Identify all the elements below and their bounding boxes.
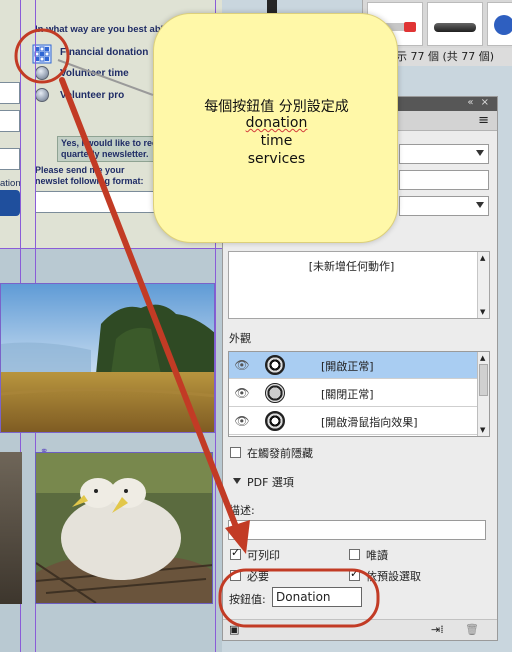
newsletter-checkbox-field[interactable]: Yes, I would like to rece quarterly news… — [57, 136, 162, 162]
selected-by-default-checkbox[interactable] — [349, 567, 360, 581]
button-value-input[interactable]: Donation — [272, 587, 362, 607]
option-volunteer-pro-label: Volunteer pro — [60, 90, 125, 101]
format-text-field[interactable] — [35, 191, 157, 213]
appearance-row-off-normal[interactable]: 👁 [關閉正常] — [229, 380, 479, 407]
eye-icon[interactable]: 👁 — [231, 354, 253, 376]
appearance-row-label: [開啟正常] — [321, 360, 374, 373]
radio-volunteer-pro[interactable] — [35, 88, 49, 102]
option-volunteer-time-label: Volunteer time — [60, 68, 129, 79]
name-input[interactable] — [399, 170, 489, 190]
radio-appearance-swatch — [265, 411, 285, 431]
radio-appearance-swatch — [265, 355, 285, 375]
panel-menu-icon[interactable]: ≡ — [478, 113, 489, 128]
printable-checkbox[interactable] — [230, 546, 241, 560]
printable-label: 可列印 — [247, 549, 280, 562]
left-text-field-2[interactable] — [0, 110, 20, 132]
appearance-row-label: [開啟滑鼠指向效果] — [321, 416, 418, 429]
callout-line-3: time — [260, 133, 293, 149]
dropdown-arrow-icon — [476, 150, 484, 156]
callout-line-4: services — [247, 151, 306, 167]
submit-button[interactable] — [0, 190, 20, 216]
actions-scrollbar[interactable]: ▲ ▼ — [477, 252, 489, 318]
pdf-options-label[interactable]: PDF 選項 — [247, 474, 294, 490]
panel-footer: ▣ ⇥⁞ 🗑 — [223, 619, 497, 640]
callout-line-1: 每個按鈕值 分別設定成 — [204, 99, 349, 115]
panel-collapse-close-controls[interactable]: « × — [467, 97, 491, 108]
required-checkbox[interactable] — [230, 570, 241, 581]
appearance-section-label: 外觀 — [229, 332, 251, 345]
left-text-field-3[interactable] — [0, 148, 20, 170]
appearance-row-on-rollover[interactable]: 👁 [開啟滑鼠指向效果] — [229, 408, 479, 435]
marsh-photo[interactable] — [0, 283, 215, 433]
description-input[interactable] — [228, 520, 486, 540]
type-select[interactable] — [399, 144, 489, 164]
pdf-options-expand-icon[interactable] — [233, 478, 241, 484]
option-financial-label: Financial donation — [60, 47, 149, 58]
guide-line-horizontal — [0, 248, 222, 249]
actions-list[interactable]: [未新增任何動作] ▲ ▼ — [228, 251, 490, 319]
left-text-field-1[interactable] — [0, 82, 20, 104]
description-label: 描述: — [229, 504, 255, 517]
appearance-list[interactable]: 👁 [開啟正常] 👁 [關閉正常] 👁 [開啟滑鼠指向效果] ▲ ▼ — [228, 351, 490, 437]
button-value-label: 按鈕值: — [229, 593, 266, 606]
nest-photo-left[interactable] — [0, 452, 22, 604]
eye-icon[interactable]: 👁 — [231, 410, 253, 432]
readonly-checkbox[interactable] — [349, 549, 360, 560]
selected-by-default-label: 依預設選取 — [366, 570, 421, 583]
radio-appearance-swatch — [265, 383, 285, 403]
required-label: 必要 — [247, 570, 269, 583]
dropdown-arrow-icon — [476, 202, 484, 208]
instruction-callout: 每個按鈕值 分別設定成 donation time services — [153, 13, 398, 243]
hide-until-triggered-checkbox[interactable] — [230, 447, 241, 458]
preview-icon[interactable]: ▣ — [229, 623, 239, 636]
marsh-landscape-image — [1, 284, 214, 432]
appearance-scrollbar[interactable]: ▲ ▼ — [477, 352, 489, 436]
convert-to-button-icon[interactable]: ⇥⁞ — [431, 623, 444, 636]
hide-until-triggered-label: 在觸發前隱藏 — [247, 447, 313, 460]
egret-chicks-image — [36, 453, 212, 603]
appearance-row-label: [關閉正常] — [321, 388, 374, 401]
callout-line-2: donation — [245, 115, 308, 131]
trash-icon[interactable]: 🗑 — [465, 623, 479, 636]
button-thumbnail-3[interactable] — [487, 2, 512, 46]
radio-volunteer-time[interactable] — [35, 66, 49, 80]
appearance-row-on-normal[interactable]: 👁 [開啟正常] — [229, 352, 479, 379]
eye-icon[interactable]: 👁 — [231, 382, 253, 404]
egret-chicks-photo[interactable] — [35, 452, 213, 604]
format-prompt: Please send me your newslet following fo… — [35, 165, 144, 186]
readonly-label: 唯讀 — [366, 549, 388, 562]
button-thumbnail-2[interactable] — [427, 2, 483, 46]
actions-placeholder: [未新增任何動作] — [308, 260, 395, 273]
left-label-fragment: ation — [0, 178, 21, 189]
event-select[interactable] — [399, 196, 489, 216]
ruler-edge — [267, 0, 277, 14]
